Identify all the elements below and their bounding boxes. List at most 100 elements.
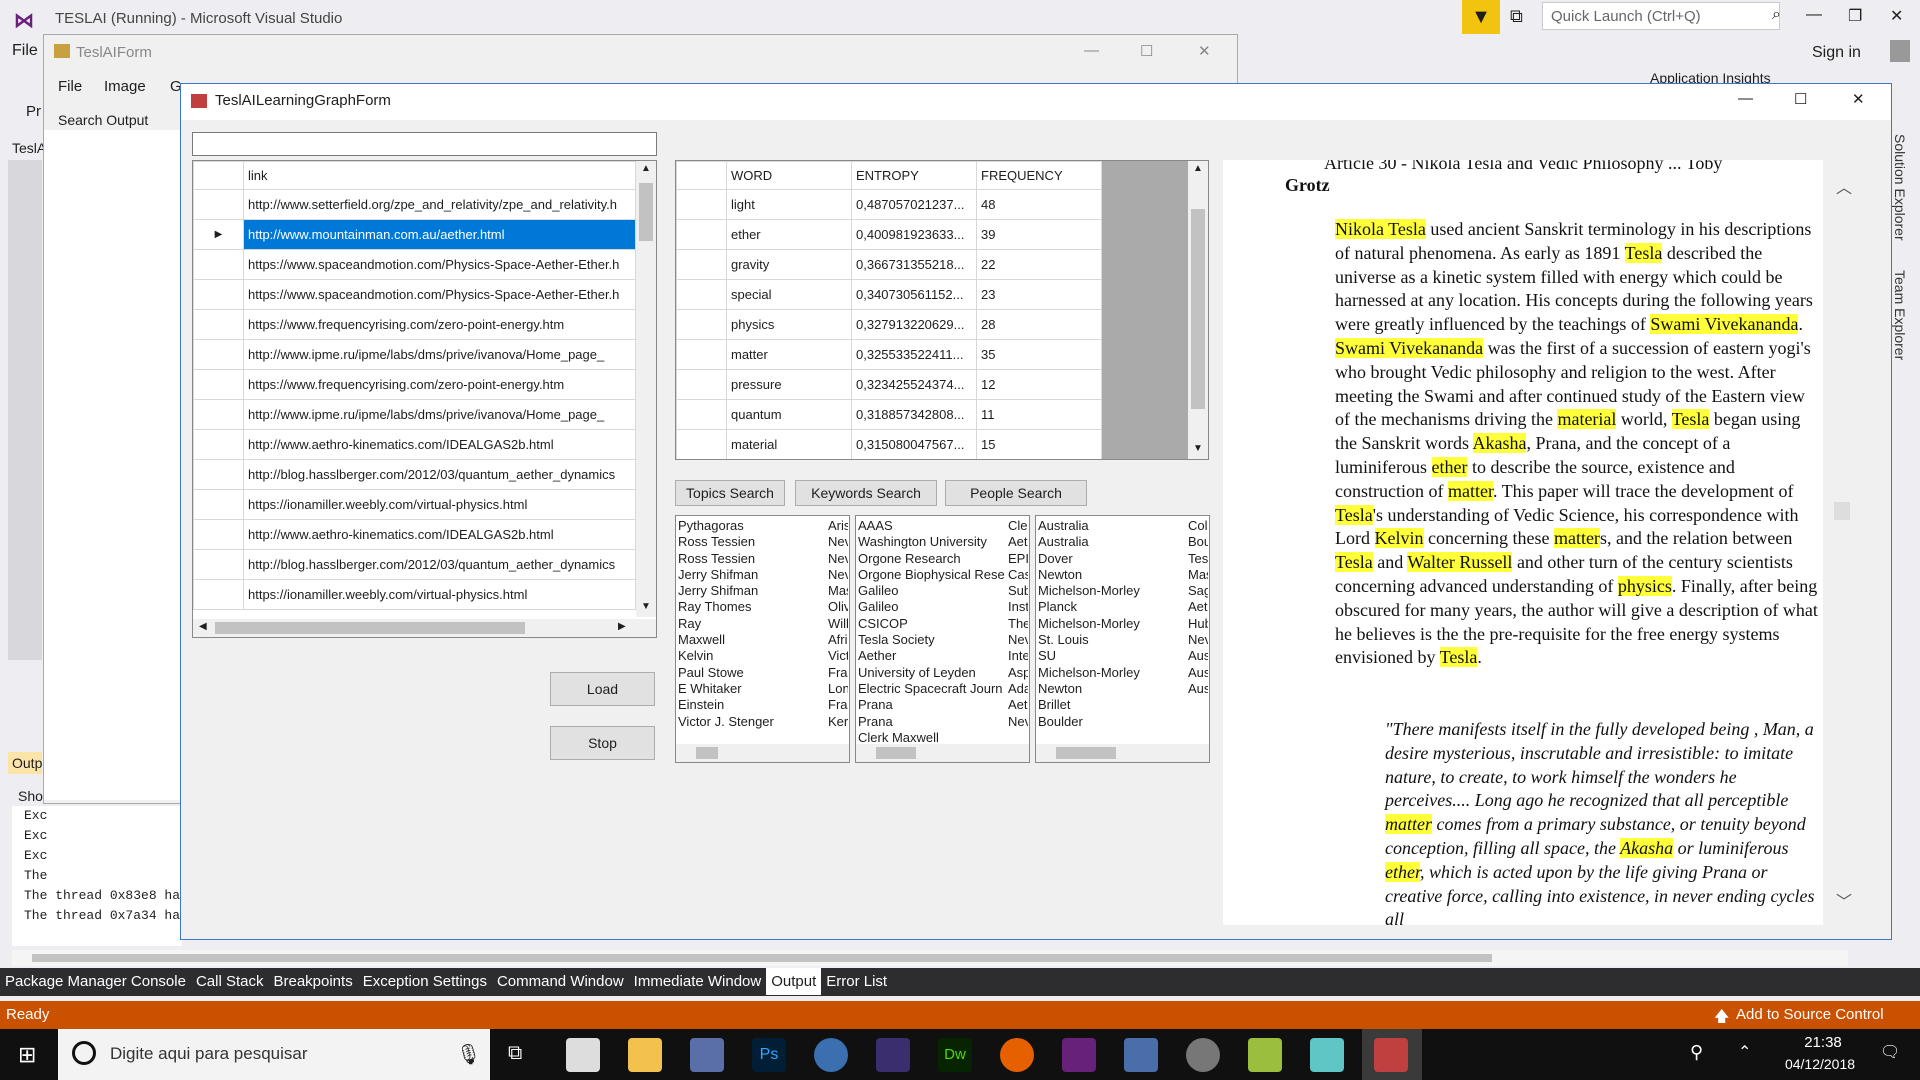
list-item[interactable]: St. Louis [1038, 632, 1186, 648]
links-hscrollbar[interactable]: ◀ ▶ [193, 619, 656, 637]
chevron-down-icon[interactable]: ▼ [1193, 443, 1203, 454]
word-cell[interactable]: light [726, 189, 852, 220]
scroll-thumb[interactable] [32, 954, 1492, 962]
list-item[interactable]: Ross Tessien [678, 534, 826, 550]
list-item[interactable]: SU [1038, 648, 1186, 664]
column-header-entropy[interactable]: ENTROPY [851, 161, 977, 190]
people-icon[interactable]: ⚲ [1690, 1042, 1703, 1063]
list-item[interactable]: Aus [1188, 665, 1208, 681]
microphone-icon[interactable]: 🎙 [456, 1042, 481, 1067]
list-item[interactable]: Aet [1008, 697, 1028, 713]
row-header[interactable] [676, 219, 727, 250]
entropy-cell[interactable]: 0,400981923633... [851, 219, 977, 250]
scroll-thumb[interactable] [1834, 502, 1850, 520]
scroll-thumb[interactable] [876, 747, 916, 759]
link-cell[interactable]: http://www.ipme.ru/ipme/labs/dms/prive/i… [243, 339, 636, 370]
account-icon[interactable] [1890, 40, 1910, 62]
add-to-source-control[interactable]: Add to Source Control [1736, 1006, 1884, 1023]
list-item[interactable]: Ray [678, 616, 826, 632]
list-item[interactable]: Nev [1008, 632, 1028, 648]
list-item[interactable]: Pythagoras [678, 518, 826, 534]
tab-immediate-window[interactable]: Immediate Window [629, 968, 767, 995]
words-vscrollbar[interactable]: ▲ ▼ [1188, 161, 1208, 459]
table-row[interactable]: https://www.frequencyrising.com/zero-poi… [193, 309, 636, 340]
load-button[interactable]: Load [550, 672, 655, 706]
list-item[interactable]: Newton [1038, 681, 1186, 697]
list-hscrollbar[interactable] [1036, 744, 1209, 762]
tab-call-stack[interactable]: Call Stack [191, 968, 269, 995]
link-cell[interactable]: https://www.spaceandmotion.com/Physics-S… [243, 249, 636, 280]
table-row[interactable]: https://ionamiller.weebly.com/virtual-ph… [193, 489, 636, 520]
table-row[interactable]: https://www.spaceandmotion.com/Physics-S… [193, 249, 636, 280]
entropy-cell[interactable]: 0,366731355218... [851, 249, 977, 280]
list-item[interactable]: Prana [858, 714, 1006, 730]
row-header[interactable] [676, 339, 727, 370]
list-item[interactable]: University of Leyden [858, 665, 1006, 681]
maximize-icon[interactable]: ☐ [1794, 90, 1807, 108]
link-cell[interactable]: https://ionamiller.weebly.com/virtual-ph… [243, 579, 636, 610]
list-item[interactable]: Nev [1188, 632, 1208, 648]
frequency-cell[interactable]: 35 [976, 339, 1102, 370]
visual-studio-taskbar-icon[interactable] [1062, 1038, 1096, 1072]
list-item[interactable]: Michelson-Morley [1038, 583, 1186, 599]
row-header[interactable] [676, 309, 727, 340]
list-item[interactable]: Nev [1008, 714, 1028, 730]
list-item[interactable]: Newton [1038, 567, 1186, 583]
list-item[interactable]: Orgone Biophysical Rese [858, 567, 1006, 583]
table-row[interactable]: https://www.frequencyrising.com/zero-poi… [193, 369, 636, 400]
output-tab[interactable]: Outp [8, 752, 42, 774]
table-row[interactable]: http://www.ipme.ru/ipme/labs/dms/prive/i… [193, 399, 636, 430]
row-header[interactable] [676, 249, 727, 280]
chevron-right-icon[interactable]: ▶ [618, 621, 626, 632]
list-item[interactable]: Planck [1038, 599, 1186, 615]
table-row[interactable]: material 0,315080047567... 15 [676, 429, 1102, 459]
list-item[interactable]: Aus [1188, 648, 1208, 664]
list-item[interactable]: Kelvin [678, 648, 826, 664]
list-item[interactable]: Ker [828, 714, 848, 730]
row-header[interactable] [193, 549, 244, 580]
row-header[interactable] [193, 399, 244, 430]
firefox-icon[interactable] [1000, 1038, 1034, 1072]
entropy-cell[interactable]: 0,325533522411... [851, 339, 977, 370]
app-icon[interactable] [1310, 1038, 1344, 1072]
dreamweaver-icon[interactable]: Dw [938, 1038, 972, 1072]
links-vscrollbar[interactable]: ▲ ▼ [636, 161, 656, 617]
app-icon[interactable] [1248, 1038, 1282, 1072]
keywords-results-list[interactable]: AAAS Washington University Orgone Research… [855, 515, 1030, 763]
frequency-cell[interactable]: 28 [976, 309, 1102, 340]
list-item[interactable]: Mas [1188, 567, 1208, 583]
list-item[interactable]: Electric Spacecraft Journ [858, 681, 1006, 697]
vs-doc-tab[interactable]: TeslA [12, 140, 46, 156]
people-results-list[interactable]: Australia Australia Dover Newton Michelson-M… [1035, 515, 1210, 763]
row-header[interactable] [676, 189, 727, 220]
row-header[interactable] [676, 369, 727, 400]
frequency-cell[interactable]: 15 [976, 429, 1102, 459]
tab-output[interactable]: Output [766, 968, 822, 995]
list-item[interactable]: Hub [1188, 616, 1208, 632]
table-row[interactable]: quantum 0,318857342808... 11 [676, 399, 1102, 430]
list-item[interactable]: Ross Tessien [678, 551, 826, 567]
link-cell[interactable]: http://blog.hasslberger.com/2012/03/quan… [243, 549, 636, 580]
camera-icon[interactable] [690, 1038, 724, 1072]
chevron-up-icon[interactable]: ⌃ [1738, 1042, 1751, 1062]
word-cell[interactable]: special [726, 279, 852, 310]
link-cell[interactable]: http://www.aethro-kinematics.com/IDEALGA… [243, 429, 636, 460]
link-cell[interactable]: http://www.aethro-kinematics.com/IDEALGA… [243, 519, 636, 550]
row-header[interactable] [193, 579, 244, 610]
list-item[interactable]: Bou [1188, 534, 1208, 550]
frequency-cell[interactable]: 22 [976, 249, 1102, 280]
list-item[interactable]: Jerry Shifman [678, 583, 826, 599]
table-row[interactable]: http://www.ipme.ru/ipme/labs/dms/prive/i… [193, 339, 636, 370]
task-view-icon[interactable]: ⧉ [508, 1042, 522, 1065]
row-header[interactable]: ▶ [193, 219, 244, 250]
scroll-thumb[interactable] [1056, 747, 1116, 759]
link-cell[interactable]: https://www.frequencyrising.com/zero-poi… [243, 369, 636, 400]
row-header[interactable] [193, 459, 244, 490]
list-item[interactable]: Colo [1188, 518, 1208, 534]
close-icon[interactable]: ✕ [1198, 42, 1211, 60]
thunderbird-icon[interactable] [814, 1038, 848, 1072]
list-item[interactable]: Victor J. Stenger [678, 714, 826, 730]
list-item[interactable]: Clei [1008, 518, 1028, 534]
close-icon[interactable]: ✕ [1890, 6, 1903, 26]
list-item[interactable]: EPI [1008, 551, 1028, 567]
